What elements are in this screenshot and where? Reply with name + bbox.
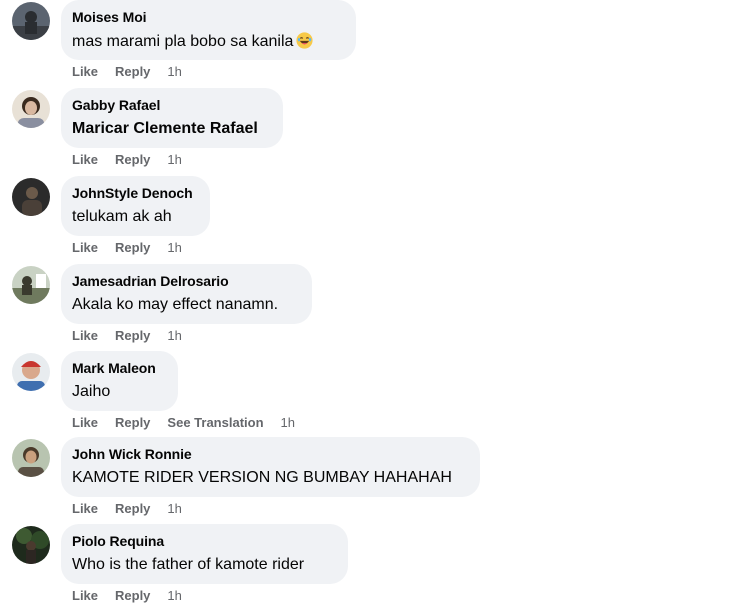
- like-button[interactable]: Like: [72, 328, 98, 343]
- comment-timestamp[interactable]: 1h: [167, 328, 181, 343]
- reply-button[interactable]: Reply: [115, 240, 150, 255]
- comment: Jamesadrian Delrosario Akala ko may effe…: [0, 264, 750, 352]
- comment-bubble: Moises Moi mas marami pla bobo sa kanila: [61, 0, 356, 60]
- comment-author[interactable]: Mark Maleon: [72, 360, 156, 376]
- comment-actions: Like Reply 1h: [72, 588, 182, 603]
- reply-button[interactable]: Reply: [115, 64, 150, 79]
- comment-author[interactable]: Gabby Rafael: [72, 97, 160, 113]
- comment-author[interactable]: JohnStyle Denoch: [72, 185, 193, 201]
- comment-timestamp[interactable]: 1h: [167, 240, 181, 255]
- reply-button[interactable]: Reply: [115, 328, 150, 343]
- comment-timestamp[interactable]: 1h: [167, 64, 181, 79]
- like-button[interactable]: Like: [72, 152, 98, 167]
- mentioned-user-link[interactable]: Maricar Clemente Rafael: [72, 120, 258, 138]
- avatar[interactable]: [12, 90, 50, 128]
- reply-button[interactable]: Reply: [115, 501, 150, 516]
- comment: Piolo Requina Who is the father of kamot…: [0, 524, 750, 612]
- comment-timestamp[interactable]: 1h: [281, 415, 295, 430]
- comment: John Wick Ronnie KAMOTE RIDER VERSION NG…: [0, 437, 750, 525]
- like-button[interactable]: Like: [72, 64, 98, 79]
- comment: JohnStyle Denoch telukam ak ah Like Reply…: [0, 176, 750, 264]
- reply-button[interactable]: Reply: [115, 152, 150, 167]
- avatar[interactable]: [12, 266, 50, 304]
- like-button[interactable]: Like: [72, 415, 98, 430]
- comment-actions: Like Reply See Translation 1h: [72, 415, 295, 430]
- comment-actions: Like Reply 1h: [72, 152, 182, 167]
- comment-actions: Like Reply 1h: [72, 240, 182, 255]
- comment-timestamp[interactable]: 1h: [167, 152, 181, 167]
- comment-author[interactable]: Jamesadrian Delrosario: [72, 273, 229, 289]
- comment-author[interactable]: Piolo Requina: [72, 533, 164, 549]
- comment-author[interactable]: John Wick Ronnie: [72, 446, 192, 462]
- reply-button[interactable]: Reply: [115, 588, 150, 603]
- laughing-emoji-icon: [296, 32, 314, 49]
- avatar[interactable]: [12, 526, 50, 564]
- comment-text: Jaiho: [72, 383, 111, 400]
- like-button[interactable]: Like: [72, 501, 98, 516]
- comment-bubble: Jamesadrian Delrosario Akala ko may effe…: [61, 264, 312, 324]
- comment-actions: Like Reply 1h: [72, 328, 182, 343]
- comment-text: KAMOTE RIDER VERSION NG BUMBAY HAHAHAH: [72, 469, 452, 486]
- comment: Moises Moi mas marami pla bobo sa kanila…: [0, 0, 750, 88]
- comment-author[interactable]: Moises Moi: [72, 9, 147, 25]
- comment-timestamp[interactable]: 1h: [167, 501, 181, 516]
- comment-bubble: Gabby Rafael Maricar Clemente Rafael: [61, 88, 283, 148]
- comment-actions: Like Reply 1h: [72, 501, 182, 516]
- avatar[interactable]: [12, 439, 50, 477]
- avatar[interactable]: [12, 178, 50, 216]
- comment-text: telukam ak ah: [72, 208, 172, 225]
- comment: Mark Maleon Jaiho Like Reply See Translati…: [0, 351, 750, 439]
- reply-button[interactable]: Reply: [115, 415, 150, 430]
- comment-text: Akala ko may effect nanamn.: [72, 296, 279, 313]
- comment-text: mas marami pla bobo sa kanila: [72, 32, 314, 51]
- comment-text: Who is the father of kamote rider: [72, 556, 305, 573]
- comment-timestamp[interactable]: 1h: [167, 588, 181, 603]
- like-button[interactable]: Like: [72, 240, 98, 255]
- comment-bubble: John Wick Ronnie KAMOTE RIDER VERSION NG…: [61, 437, 480, 497]
- comment: Gabby Rafael Maricar Clemente Rafael Lik…: [0, 88, 750, 176]
- comment-bubble: JohnStyle Denoch telukam ak ah: [61, 176, 210, 236]
- like-button[interactable]: Like: [72, 588, 98, 603]
- avatar[interactable]: [12, 353, 50, 391]
- see-translation-button[interactable]: See Translation: [167, 415, 263, 430]
- comment-bubble: Piolo Requina Who is the father of kamot…: [61, 524, 348, 584]
- avatar[interactable]: [12, 2, 50, 40]
- comment-actions: Like Reply 1h: [72, 64, 182, 79]
- comment-text-content: mas marami pla bobo sa kanila: [72, 33, 294, 50]
- comment-bubble: Mark Maleon Jaiho: [61, 351, 178, 411]
